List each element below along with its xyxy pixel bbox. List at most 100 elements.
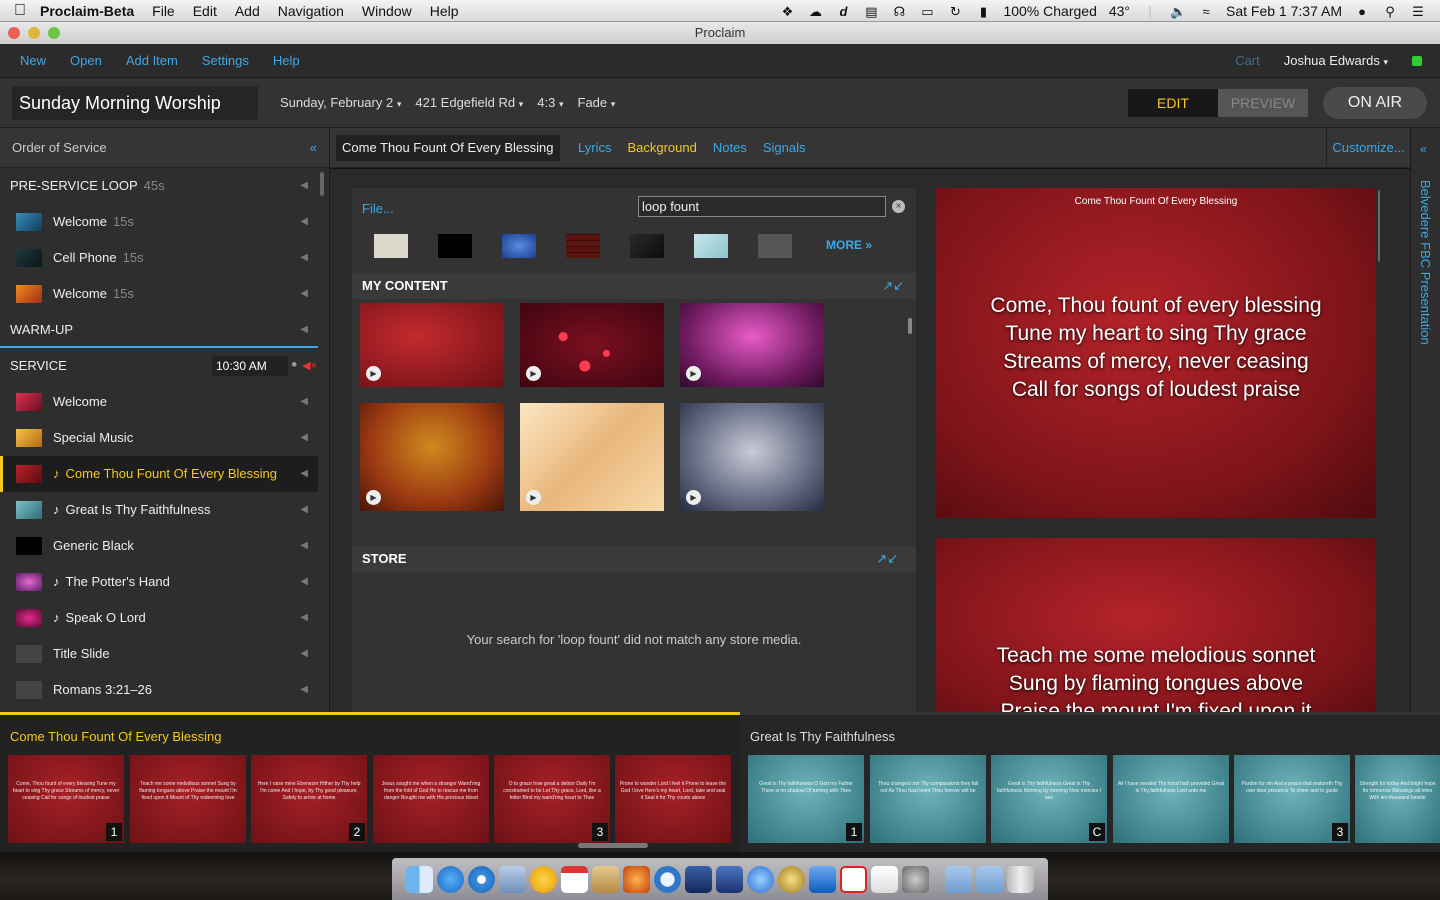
preview-icon[interactable] [499, 865, 526, 893]
filmstrip-slide[interactable]: Thou changest not Thy compassions they f… [870, 755, 986, 843]
menu-navigation[interactable]: Navigation [278, 3, 344, 19]
section-warm-up[interactable]: WARM-UP ◀ [0, 312, 318, 348]
customize-button[interactable]: Customize... [1326, 128, 1410, 168]
downloads-folder-icon[interactable] [945, 865, 972, 893]
caret-left-icon[interactable]: ◀ [300, 240, 308, 276]
applications-folder-icon[interactable] [976, 865, 1003, 893]
service-location-select[interactable]: 421 Edgefield Rd ▾ [415, 95, 523, 110]
expand-icon[interactable]: ↗↙ [876, 546, 898, 572]
tab-notes[interactable]: Notes [713, 140, 747, 155]
filmstrip-slide[interactable]: Great is Thy faithfulness Great is Thy f… [991, 755, 1107, 843]
clear-search-icon[interactable]: × [892, 200, 905, 213]
expand-icon[interactable]: ↗↙ [882, 273, 904, 299]
slide-preview[interactable]: Come Thou Fount Of Every Blessing Come, … [936, 188, 1376, 518]
outlook-icon[interactable] [530, 865, 557, 893]
menu-add[interactable]: Add [235, 3, 260, 19]
filmstrip-group-title[interactable]: Great Is Thy Faithfulness [740, 715, 1440, 755]
zoom-window-button[interactable] [48, 27, 60, 39]
filmstrip-slide[interactable]: Come, Thou fount of every blessing Tune … [8, 755, 124, 843]
on-air-button[interactable]: ON AIR [1323, 87, 1427, 119]
media-tile[interactable]: ▶ [680, 303, 824, 387]
aspect-ratio-select[interactable]: 4:3 ▾ [537, 95, 563, 110]
app-store-icon[interactable] [437, 865, 464, 893]
printer-icon[interactable]: ▤ [863, 4, 879, 19]
caret-left-icon[interactable]: ◀ [300, 420, 308, 456]
caret-left-icon[interactable]: ◀ [300, 600, 308, 636]
menu-window[interactable]: Window [362, 3, 412, 19]
display-icon[interactable] [685, 865, 712, 893]
list-item[interactable]: Special Music ◀ [0, 420, 318, 456]
play-icon[interactable]: ▶ [686, 490, 701, 505]
filmstrip-group-title[interactable]: Come Thou Fount Of Every Blessing [0, 715, 740, 755]
caret-left-icon[interactable]: ◀ [300, 528, 308, 564]
list-item[interactable]: Cell Phone 15s ◀ [0, 240, 318, 276]
proclaim-icon[interactable] [623, 865, 650, 893]
section-preservice-loop[interactable]: PRE-SERVICE LOOP 45s ◀ [0, 168, 318, 204]
settings-button[interactable]: Settings [202, 53, 249, 68]
calendar-icon[interactable] [561, 865, 588, 893]
list-item[interactable]: Romans 3:21–26 ◀ [0, 672, 318, 708]
menu-help[interactable]: Help [430, 3, 459, 19]
slides-scrollbar[interactable] [1378, 190, 1380, 262]
trash-icon[interactable] [1007, 865, 1034, 893]
gold-app-icon[interactable] [778, 865, 805, 893]
caret-left-icon[interactable]: ◀ [300, 276, 308, 312]
caret-left-icon[interactable]: ◀ [300, 636, 308, 672]
preview-mode-button[interactable]: PREVIEW [1218, 89, 1308, 117]
file-link[interactable]: File... [362, 201, 394, 216]
caret-left-icon[interactable]: ◀ [300, 456, 308, 492]
collapse-right-icon[interactable]: « [1420, 142, 1427, 156]
volume-icon[interactable]: 🔈 [1170, 4, 1186, 19]
apple-menu-icon[interactable]:  [0, 2, 40, 20]
battery-icon[interactable]: ▮ [975, 4, 991, 19]
presentation-tab[interactable]: Belvedere FBC Presentation [1418, 180, 1433, 345]
cloud-icon[interactable]: ☁ [807, 4, 823, 19]
list-item-active[interactable]: ♪ Come Thou Fount Of Every Blessing ◀ [0, 456, 318, 492]
tab-signals[interactable]: Signals [763, 140, 806, 155]
d-app-icon[interactable]: d [835, 4, 851, 19]
play-icon[interactable]: ▶ [686, 366, 701, 381]
list-item[interactable]: Welcome 15s ◀ [0, 204, 318, 240]
notification-center-icon[interactable]: ☰ [1410, 4, 1426, 19]
filmstrip-slide[interactable]: Prone to wander Lord I feel it Prone to … [615, 755, 731, 843]
itunes-icon[interactable] [747, 865, 774, 893]
user-icon[interactable]: ● [1354, 4, 1370, 19]
search-input[interactable] [638, 196, 886, 217]
media-tile[interactable]: ▶ [520, 403, 664, 511]
caret-left-icon[interactable]: ◀ [300, 564, 308, 600]
filmstrip-scrollbar[interactable] [578, 843, 648, 848]
notes-icon[interactable] [871, 865, 898, 893]
list-item[interactable]: Welcome ◀ [0, 384, 318, 420]
help-button[interactable]: Help [273, 53, 300, 68]
acst-icon[interactable] [840, 865, 867, 893]
caret-left-icon[interactable]: ◀ [300, 384, 308, 420]
open-button[interactable]: Open [70, 53, 102, 68]
minimize-window-button[interactable] [28, 27, 40, 39]
time-machine-icon[interactable]: ↻ [947, 4, 963, 19]
list-item[interactable]: ♪ The Potter's Hand ◀ [0, 564, 318, 600]
media-tile[interactable]: ▶ [520, 303, 664, 387]
swatch-ice[interactable] [694, 234, 728, 258]
filmstrip-slide[interactable]: Great is Thy faithfulness O God my Fathe… [748, 755, 864, 843]
list-item[interactable]: Welcome 15s ◀ [0, 276, 318, 312]
collapse-left-icon[interactable]: « [310, 128, 317, 168]
list-item[interactable]: ♪ Great Is Thy Faithfulness ◀ [0, 492, 318, 528]
slide-preview[interactable]: Teach me some melodious sonnet Sung by f… [936, 538, 1376, 712]
teamviewer-icon[interactable] [809, 865, 836, 893]
media-tile[interactable]: ▶ [360, 403, 504, 511]
menu-edit[interactable]: Edit [193, 3, 217, 19]
filmstrip-slide[interactable]: O to grace how great a debtor Daily I'm … [494, 755, 610, 843]
app-menu[interactable]: Proclaim-Beta [40, 3, 134, 19]
list-item[interactable]: Title Slide ◀ [0, 636, 318, 672]
service-time-field[interactable]: 10:30 AM [212, 356, 288, 376]
cart-link[interactable]: Cart [1235, 53, 1260, 68]
service-date-select[interactable]: Sunday, February 2 ▾ [280, 95, 401, 110]
new-button[interactable]: New [20, 53, 46, 68]
finder-icon[interactable] [406, 865, 433, 893]
caret-left-icon[interactable]: ◀ [300, 312, 308, 348]
magnifier-icon[interactable] [654, 865, 681, 893]
filmstrip-slide[interactable]: All I have needed Thy hand hath provided… [1113, 755, 1229, 843]
tab-background[interactable]: Background [627, 140, 696, 155]
caret-left-icon[interactable]: ◀ [300, 492, 308, 528]
my-content-scrollbar[interactable] [908, 318, 912, 334]
